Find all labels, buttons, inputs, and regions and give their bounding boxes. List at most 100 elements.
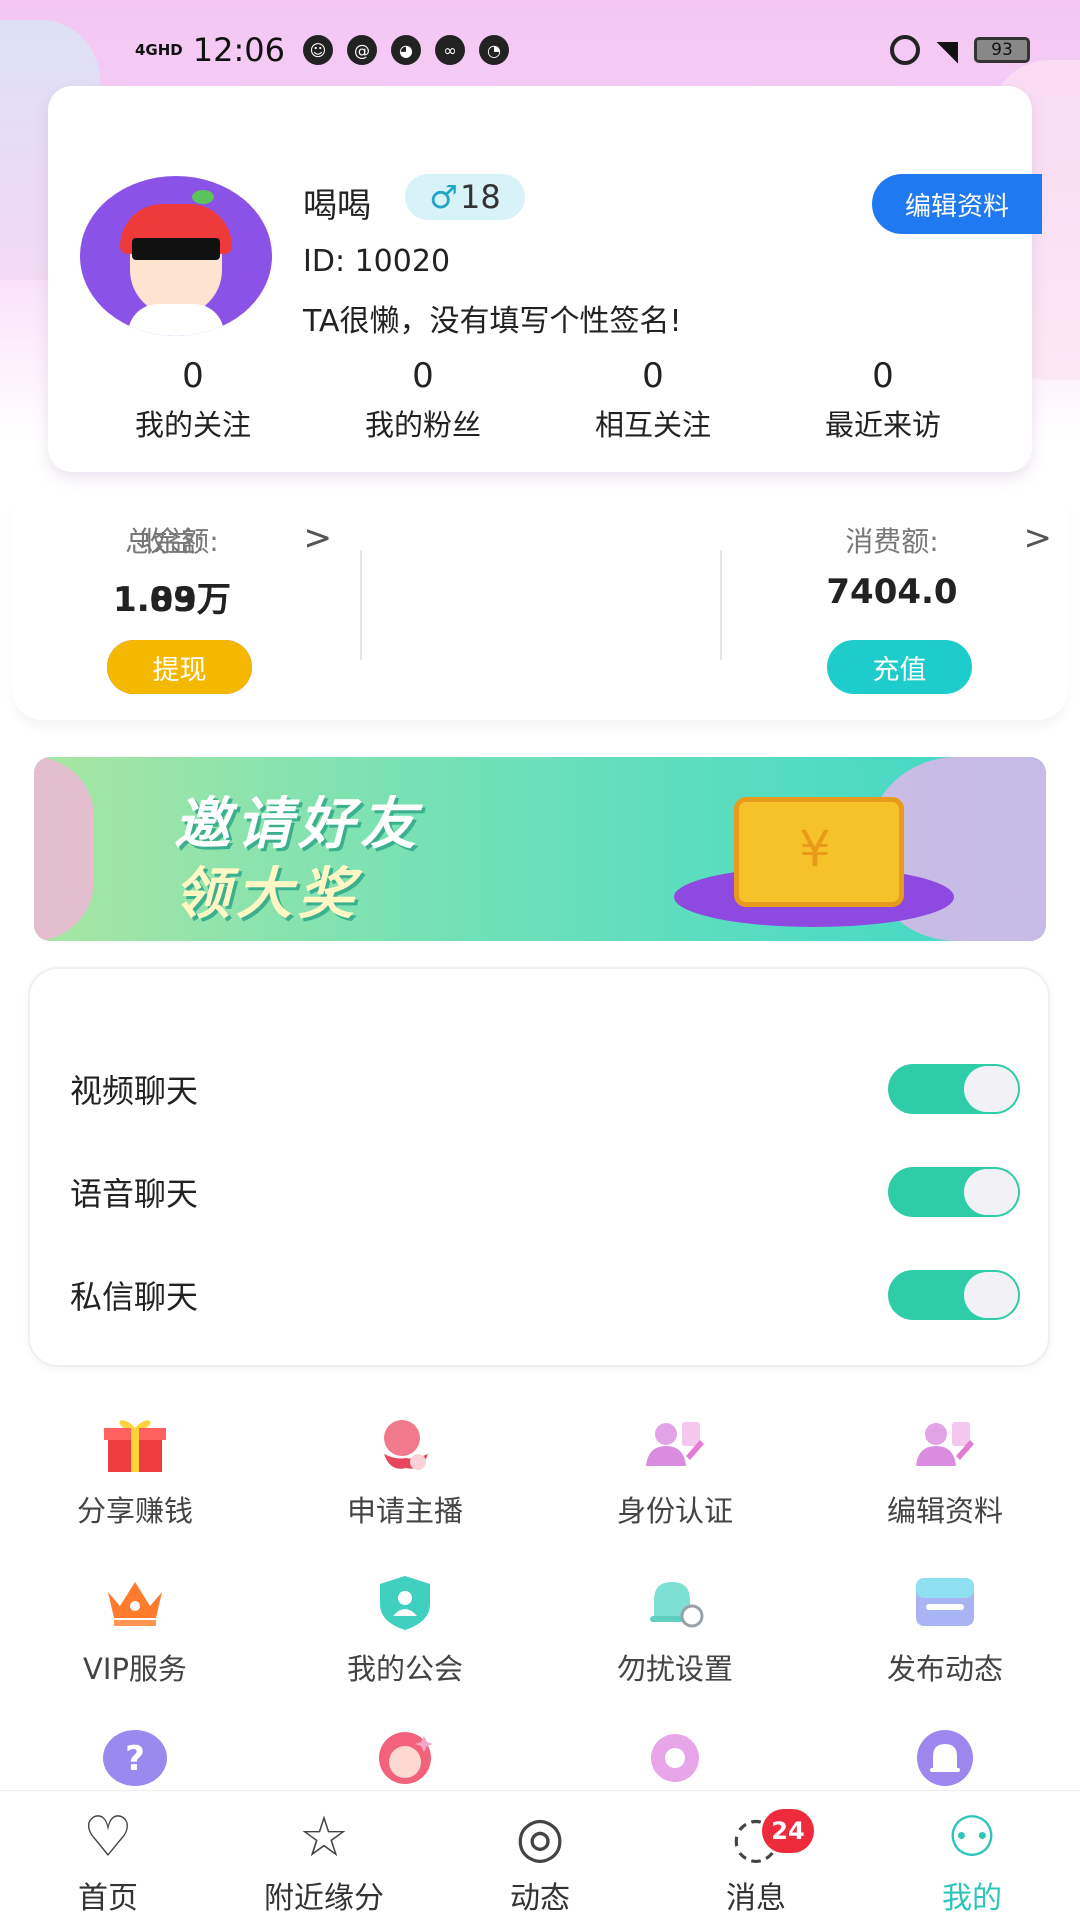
consumption[interactable]: 消费额: > 7404.0 充值 (732, 518, 1080, 710)
user-icon: ⚇ (946, 1805, 998, 1870)
invite-friends-banner[interactable]: 邀请好友 领大奖 ¥ (34, 757, 1046, 941)
publish-post-icon (910, 1572, 980, 1632)
toggle-row-video: 视频聊天 (70, 1049, 1020, 1129)
edit-profile-button[interactable]: 编辑资料 (872, 174, 1042, 234)
nav-messages[interactable]: ◌ 24 消息 (648, 1791, 864, 1920)
id-verify-icon (640, 1414, 710, 1474)
bell-icon (910, 1728, 980, 1788)
edit-profile-icon (910, 1414, 980, 1474)
alarm-icon (890, 35, 921, 65)
grid-label: 分享赚钱 (76, 1494, 193, 1528)
stat-label: 相互关注 (594, 408, 711, 442)
chevron-right-icon[interactable]: > (1024, 518, 1053, 558)
chevron-right-icon[interactable]: > (304, 518, 333, 558)
publish-post-item[interactable]: 发布动态 (810, 1572, 1080, 1688)
edit-profile-item[interactable]: 编辑资料 (810, 1414, 1080, 1530)
stat-value: 0 (182, 356, 204, 396)
earnings[interactable]: 收益: > 1.09万 提现 (12, 518, 372, 710)
beauty-icon (370, 1728, 440, 1788)
profile-card: 喝喝 ♂ 18 编辑资料 ID: 10020 TA很懒，没有填写个性签名! 0 … (48, 86, 1042, 472)
nickname: 喝喝 (303, 186, 371, 226)
toggle-label: 视频聊天 (70, 1072, 199, 1110)
withdraw-button[interactable]: 提现 (107, 640, 252, 694)
grid-label: VIP服务 (83, 1652, 187, 1686)
do-not-disturb-icon (640, 1572, 710, 1632)
app-notify-icon-1: ☺ (302, 35, 333, 65)
grid-label: 勿扰设置 (616, 1652, 733, 1686)
unread-badge: 24 (762, 1809, 814, 1853)
balance-value: 1.09万 (113, 580, 231, 620)
grid-label: 发布动态 (886, 1652, 1003, 1686)
apply-anchor-item[interactable]: 申请主播 (270, 1414, 540, 1530)
grid-label: 申请主播 (346, 1494, 463, 1528)
wechat-icon: ◕ (390, 35, 421, 65)
private-message-switch[interactable] (888, 1270, 1020, 1320)
settings-item[interactable] (540, 1728, 810, 1788)
nav-label: 首页 (78, 1881, 138, 1916)
my-guild-item[interactable]: 我的公会 (270, 1572, 540, 1688)
share-earn-item[interactable]: 分享赚钱 (0, 1414, 270, 1530)
grid-label: 我的公会 (346, 1652, 463, 1686)
banner-subtitle: 领大奖 (174, 862, 360, 927)
stat-visitors[interactable]: 0 最近来访 (768, 356, 998, 444)
do-not-disturb-item[interactable]: 勿扰设置 (540, 1572, 810, 1688)
stat-value: 0 (642, 356, 664, 396)
chat-icon: ◌ (731, 1805, 781, 1870)
status-bar: 4GHD 12:06 ☺ @ ◕ ∞ ◔ ◥ 93 (0, 20, 1080, 80)
nav-label: 动态 (510, 1881, 570, 1916)
nav-nearby[interactable]: ☆ 附近缘分 (216, 1791, 432, 1920)
svg-text:?: ? (125, 1739, 145, 1779)
nav-label: 我的 (942, 1881, 1002, 1916)
moment-icon: ◎ (515, 1805, 565, 1870)
beauty-item[interactable] (270, 1728, 540, 1788)
stat-label: 我的关注 (134, 408, 251, 442)
anchor-icon (370, 1414, 440, 1474)
app-notify-icon-3: ∞ (434, 35, 465, 65)
balance-label: 收益: (139, 525, 205, 558)
banner-title: 邀请好友 (174, 792, 422, 857)
nav-label: 附近缘分 (264, 1881, 384, 1916)
age-value: 18 (459, 178, 501, 216)
star-icon: ☆ (298, 1805, 350, 1870)
gender-age-badge: ♂ 18 (405, 174, 525, 220)
divider (720, 550, 722, 660)
nav-home[interactable]: ♡ 首页 (0, 1791, 216, 1920)
balance-label: 消费额: (845, 525, 939, 558)
battery-icon: 93 (974, 37, 1030, 63)
stats-row: 0 我的关注 0 我的粉丝 0 相互关注 0 最近来访 (48, 356, 1032, 444)
toggle-row-message: 私信聊天 (70, 1255, 1020, 1335)
wifi-icon: ◥ (936, 33, 958, 67)
nav-mine[interactable]: ⚇ 我的 (864, 1791, 1080, 1920)
nav-label: 消息 (726, 1881, 786, 1916)
stat-following[interactable]: 0 我的关注 (78, 356, 308, 444)
vip-service-item[interactable]: VIP服务 (0, 1572, 270, 1688)
help-item[interactable]: ? (0, 1728, 270, 1788)
toggle-label: 语音聊天 (70, 1175, 199, 1213)
clock: 12:06 (192, 31, 285, 69)
avatar[interactable] (80, 176, 272, 336)
recharge-button[interactable]: 充值 (827, 640, 972, 694)
app-notify-icon-4: ◔ (478, 35, 509, 65)
stat-mutual[interactable]: 0 相互关注 (538, 356, 768, 444)
user-id: ID: 10020 (303, 244, 451, 279)
toggle-label: 私信聊天 (70, 1278, 199, 1316)
identity-verify-item[interactable]: 身份认证 (540, 1414, 810, 1530)
nav-moments[interactable]: ◎ 动态 (432, 1791, 648, 1920)
notifications-item[interactable] (810, 1728, 1080, 1788)
gift-icon (100, 1414, 170, 1474)
balance-value: 7404.0 (826, 572, 958, 612)
video-chat-switch[interactable] (888, 1064, 1020, 1114)
stat-fans[interactable]: 0 我的粉丝 (308, 356, 538, 444)
heart-icon: ♡ (82, 1805, 134, 1870)
signature: TA很懒，没有填写个性签名! (303, 304, 682, 339)
toggle-row-voice: 语音聊天 (70, 1152, 1020, 1232)
voice-chat-switch[interactable] (888, 1167, 1020, 1217)
stat-label: 最近来访 (824, 408, 941, 442)
app-notify-icon-2: @ (346, 35, 377, 65)
stat-value: 0 (872, 356, 894, 396)
guild-icon (370, 1572, 440, 1632)
grid-label: 身份认证 (616, 1494, 733, 1528)
crown-icon (100, 1572, 170, 1632)
chat-settings-card: 视频聊天 语音聊天 私信聊天 (28, 967, 1050, 1367)
stat-label: 我的粉丝 (364, 408, 481, 442)
